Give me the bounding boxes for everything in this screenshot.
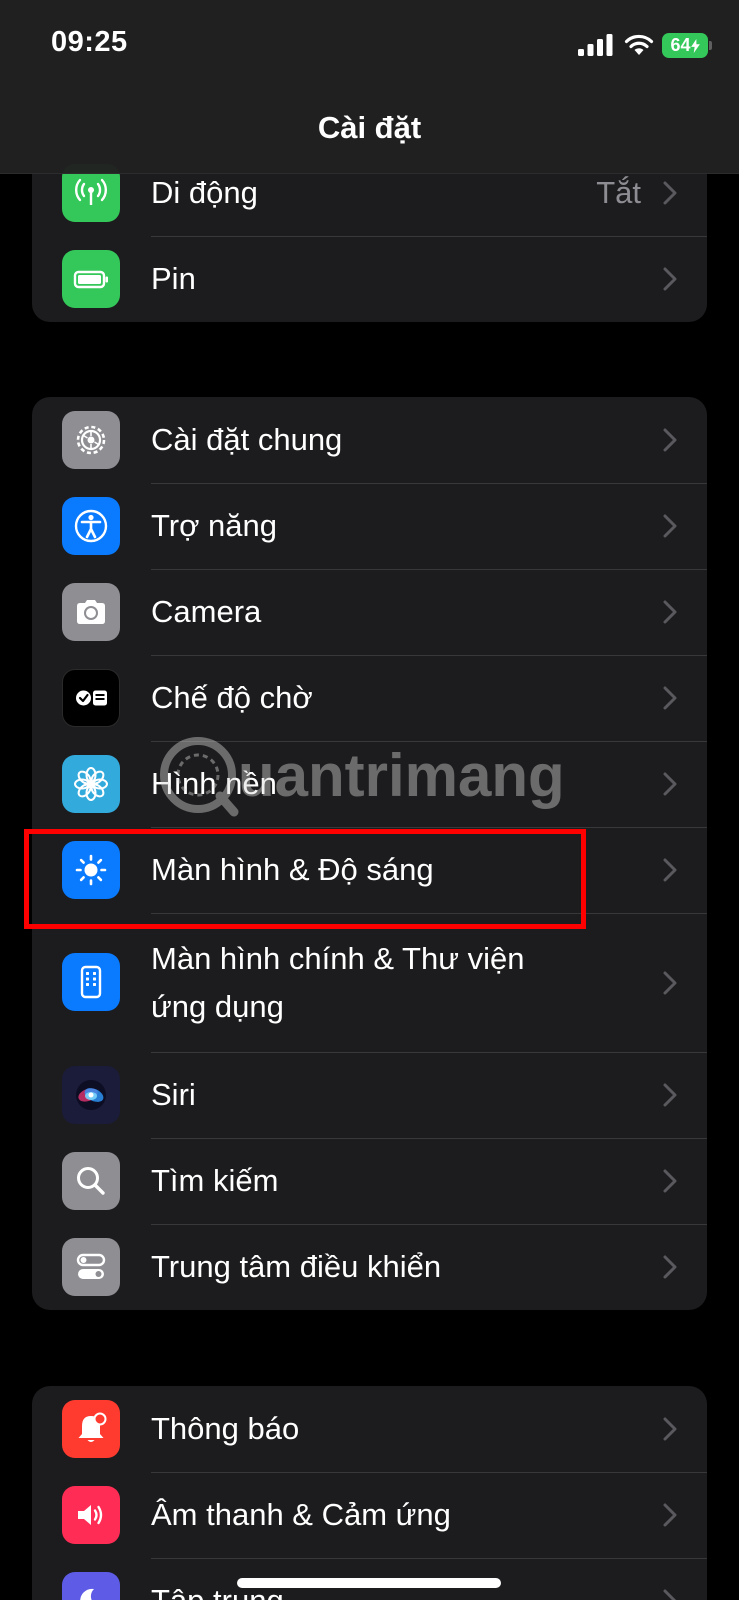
battery-cap [709,41,712,50]
row-accessibility[interactable]: Trợ năng [32,483,707,569]
group-general: Cài đặt chung Trợ năng Camera Chế độ chờ [32,397,707,1310]
settings-list[interactable]: Di động Tắt Pin Cài đặt chung Trợ năng C… [0,0,739,1600]
speaker-icon [62,1486,120,1544]
row-label: Cài đặt chung [151,422,343,457]
chevron-right-icon [663,772,677,796]
flower-icon [62,755,120,813]
sun-icon [62,841,120,899]
row-label: Siri [151,1077,196,1112]
row-search[interactable]: Tìm kiếm [32,1138,707,1224]
row-label: Thông báo [151,1411,300,1446]
row-label: Trung tâm điều khiển [151,1249,442,1284]
row-control-center[interactable]: Trung tâm điều khiển [32,1224,707,1310]
wifi-icon [624,34,654,55]
status-bar: 09:25 64 [0,0,739,90]
chevron-right-icon [663,600,677,624]
standby-icon [62,669,120,727]
row-label: Pin [151,261,196,296]
battery-indicator: 64 [662,33,708,58]
status-time: 09:25 [51,26,128,58]
row-sounds-haptics[interactable]: Âm thanh & Cảm ứng [32,1472,707,1558]
chevron-right-icon [663,514,677,538]
row-label: Chế độ chờ [151,680,313,715]
chevron-right-icon [663,858,677,882]
charging-bolt-icon [690,38,700,53]
chevron-right-icon [663,1589,677,1600]
toggles-icon [62,1238,120,1296]
chevron-right-icon [663,181,677,205]
camera-icon [62,583,120,641]
row-label: Màn hình chính & Thư viện ứng dụng [151,940,525,1024]
row-label: Màn hình & Độ sáng [151,852,434,887]
group-notifications: Thông báo Âm thanh & Cảm ứng Tập trung [32,1386,707,1600]
bell-icon [62,1400,120,1458]
row-home-screen-app-library[interactable]: Màn hình chính & Thư viện ứng dụng [32,913,707,1052]
battery-icon [62,250,120,308]
cellular-signal-icon [578,34,613,56]
row-notifications[interactable]: Thông báo [32,1386,707,1472]
row-label: Trợ năng [151,508,278,543]
chevron-right-icon [663,1169,677,1193]
chevron-right-icon [663,686,677,710]
siri-icon [62,1066,120,1124]
moon-icon [62,1572,120,1600]
chevron-right-icon [663,971,677,994]
row-display-brightness[interactable]: Màn hình & Độ sáng [32,827,707,913]
row-battery[interactable]: Pin [32,236,707,322]
row-siri[interactable]: Siri [32,1052,707,1138]
row-wallpaper[interactable]: Hình nền [32,741,707,827]
home-indicator[interactable] [237,1578,501,1588]
row-label: Hình nền [151,766,277,801]
row-standby[interactable]: Chế độ chờ [32,655,707,741]
accessibility-icon [62,497,120,555]
chevron-right-icon [663,1417,677,1441]
row-label: Âm thanh & Cảm ứng [151,1497,451,1532]
home-screen-icon [62,953,120,1011]
row-value: Tắt [596,175,641,210]
chevron-right-icon [663,1503,677,1527]
row-label: Camera [151,594,262,629]
row-general[interactable]: Cài đặt chung [32,397,707,483]
row-label: Tìm kiếm [151,1163,279,1198]
chevron-right-icon [663,428,677,452]
row-camera[interactable]: Camera [32,569,707,655]
search-icon [62,1152,120,1210]
battery-level: 64 [670,35,691,55]
page-title: Cài đặt [317,110,422,145]
chevron-right-icon [663,1255,677,1279]
row-label: Di động [151,175,258,210]
group-connectivity: Di động Tắt Pin [32,150,707,322]
chevron-right-icon [663,1083,677,1107]
gear-icon [62,411,120,469]
chevron-right-icon [663,267,677,291]
